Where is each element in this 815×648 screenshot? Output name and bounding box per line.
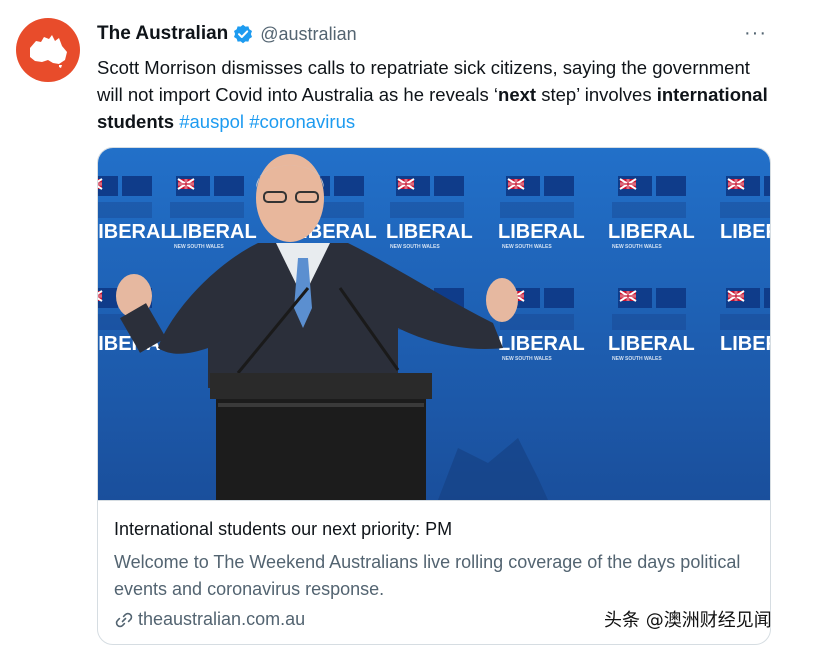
- backdrop-text: LIBERAL: [498, 333, 585, 355]
- backdrop-text: LIBERAL: [170, 221, 257, 243]
- link-card[interactable]: LIBERAL LIBERAL LIBERAL LIBERAL LIBERAL …: [97, 147, 771, 645]
- hashtag-coronavirus[interactable]: #coronavirus: [249, 111, 355, 132]
- card-title[interactable]: International students our next priority…: [114, 519, 452, 540]
- card-image[interactable]: LIBERAL LIBERAL LIBERAL LIBERAL LIBERAL …: [98, 148, 770, 500]
- backdrop-subtext: NEW SOUTH WALES: [502, 356, 552, 362]
- link-icon: [115, 612, 133, 627]
- backdrop-subtext: NEW SOUTH WALES: [612, 244, 662, 250]
- card-domain[interactable]: theaustralian.com.au: [114, 609, 305, 630]
- tweet-bold-word: next: [498, 84, 537, 105]
- card-description: Welcome to The Weekend Australians live …: [114, 552, 741, 599]
- backdrop-text: LIBERAL: [498, 221, 585, 243]
- verified-badge-icon: [233, 24, 253, 44]
- backdrop-text: LIBERAL: [608, 333, 695, 355]
- backdrop-subtext: NEW SOUTH WALES: [612, 356, 662, 362]
- card-domain-text[interactable]: theaustralian.com.au: [138, 609, 305, 630]
- account-name[interactable]: The Australian: [97, 23, 228, 45]
- backdrop-text: LIBERAL: [720, 221, 770, 243]
- backdrop-text: LIBERAL: [720, 333, 770, 355]
- backdrop-text: LIBERAL: [386, 221, 473, 243]
- australia-map-icon: [30, 35, 67, 68]
- backdrop-subtext: NEW SOUTH WALES: [174, 244, 224, 250]
- tweet-text: Scott Morrison dismisses calls to repatr…: [97, 54, 777, 135]
- backdrop-text: LIBERAL: [608, 221, 695, 243]
- press-conference-photo: LIBERAL LIBERAL LIBERAL LIBERAL LIBERAL …: [98, 148, 770, 500]
- account-avatar[interactable]: [16, 18, 80, 82]
- backdrop-subtext: NEW SOUTH WALES: [390, 244, 440, 250]
- account-handle[interactable]: @australian: [260, 24, 356, 45]
- backdrop-subtext: NEW SOUTH WALES: [502, 244, 552, 250]
- hashtag-auspol[interactable]: #auspol: [179, 111, 244, 132]
- tweet-text-part: step’ involves: [536, 84, 657, 105]
- watermark: 头条 @澳洲财经见闻: [604, 610, 772, 631]
- backdrop-text: LIBERAL: [98, 221, 173, 243]
- more-options-icon[interactable]: ···: [744, 22, 767, 45]
- tweet-header: The Australian @australian: [97, 21, 775, 47]
